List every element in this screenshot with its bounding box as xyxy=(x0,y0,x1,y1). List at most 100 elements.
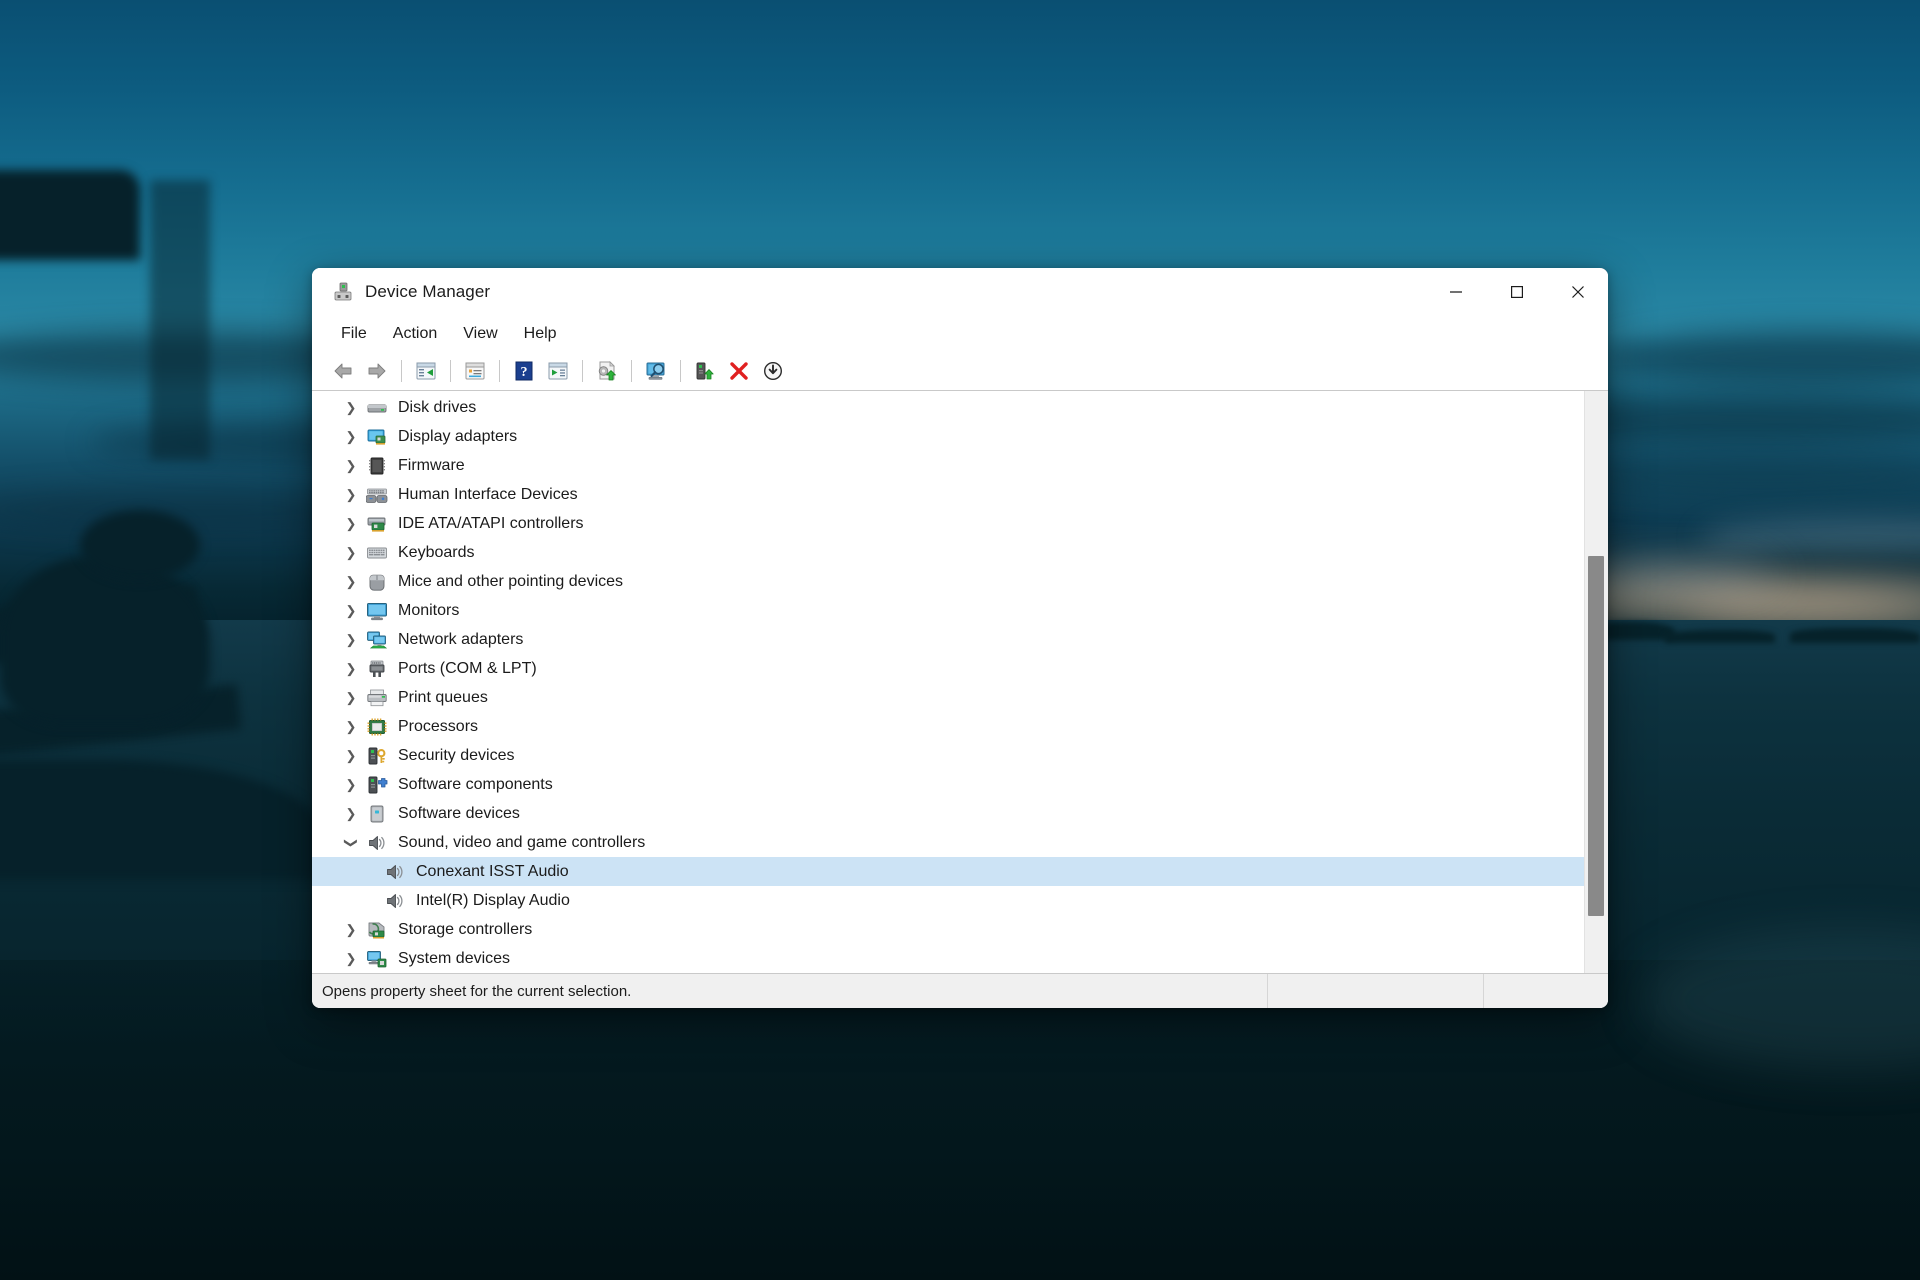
wallpaper-island xyxy=(1665,630,1775,643)
maximize-button[interactable] xyxy=(1486,268,1547,316)
tree-item-mice-and-other-pointing-devices[interactable]: ❯ Mice and other pointing devices xyxy=(312,567,1584,596)
tree-item-label: Storage controllers xyxy=(398,920,533,938)
chevron-right-icon[interactable]: ❯ xyxy=(340,777,362,793)
disk-drive-icon xyxy=(366,398,388,418)
wallpaper-island xyxy=(1790,628,1920,643)
tree-item-label: Ports (COM & LPT) xyxy=(398,659,537,677)
back-arrow-icon[interactable] xyxy=(326,356,360,386)
chevron-right-icon[interactable]: ❯ xyxy=(340,545,362,561)
network-adapter-icon xyxy=(366,630,388,650)
software-component-icon xyxy=(366,775,388,795)
tree-item-label: System devices xyxy=(398,949,511,967)
chevron-right-icon[interactable]: ❯ xyxy=(340,922,362,938)
disable-device-icon[interactable] xyxy=(756,356,790,386)
enable-device-icon[interactable] xyxy=(688,356,722,386)
properties-icon[interactable] xyxy=(458,356,492,386)
scrollbar-thumb[interactable] xyxy=(1588,556,1604,916)
chevron-right-icon[interactable]: ❯ xyxy=(340,719,362,735)
window-controls[interactable] xyxy=(1425,268,1608,316)
tree-item-display-adapters[interactable]: ❯ Display adapters xyxy=(312,422,1584,451)
tree-item-disk-drives[interactable]: ❯ Disk drives xyxy=(312,393,1584,422)
window-title: Device Manager xyxy=(365,282,491,301)
chevron-right-icon[interactable]: ❯ xyxy=(340,400,362,416)
ide-controller-icon xyxy=(366,514,388,534)
tree-item-intel-r-display-audio[interactable]: Intel(R) Display Audio xyxy=(312,886,1584,915)
tree-item-human-interface-devices[interactable]: ❯ Human Interface Devices xyxy=(312,480,1584,509)
security-device-icon xyxy=(366,746,388,766)
update-driver-icon[interactable] xyxy=(590,356,624,386)
status-panel-3 xyxy=(1484,974,1608,1008)
tree-item-label: Disk drives xyxy=(398,398,477,416)
chevron-right-icon[interactable]: ❯ xyxy=(340,429,362,445)
show-hide-console-tree-icon[interactable] xyxy=(409,356,443,386)
tree-item-label: Human Interface Devices xyxy=(398,485,578,503)
chevron-right-icon[interactable]: ❯ xyxy=(340,458,362,474)
tree-item-firmware[interactable]: ❯ Firmware xyxy=(312,451,1584,480)
tree-item-system-devices[interactable]: ❯ System devices xyxy=(312,944,1584,973)
port-icon xyxy=(366,659,388,679)
chevron-down-icon[interactable]: ❯ xyxy=(343,832,359,854)
tree-item-ide-ata-atapi-controllers[interactable]: ❯ IDE ATA/ATAPI controllers xyxy=(312,509,1584,538)
minimize-button[interactable] xyxy=(1425,268,1486,316)
uninstall-device-icon[interactable] xyxy=(722,356,756,386)
wallpaper-post xyxy=(150,180,210,460)
help-icon[interactable]: ? xyxy=(507,356,541,386)
menu-view[interactable]: View xyxy=(450,321,510,347)
tree-item-monitors[interactable]: ❯ Monitors xyxy=(312,596,1584,625)
chevron-right-icon[interactable]: ❯ xyxy=(340,748,362,764)
menu-bar[interactable]: File Action View Help xyxy=(312,316,1608,352)
chevron-right-icon[interactable]: ❯ xyxy=(340,632,362,648)
tree-item-label: Security devices xyxy=(398,746,515,764)
tree-item-keyboards[interactable]: ❯ Keyboards xyxy=(312,538,1584,567)
printer-icon xyxy=(366,688,388,708)
status-bar: Opens property sheet for the current sel… xyxy=(312,974,1608,1008)
toolbar-separator xyxy=(582,360,583,382)
software-device-icon xyxy=(366,804,388,824)
title-bar[interactable]: Device Manager xyxy=(312,268,1608,316)
tree-item-label: Network adapters xyxy=(398,630,524,648)
tree-vertical-scrollbar[interactable] xyxy=(1584,391,1608,973)
device-tree-pane[interactable]: ❯ Disk drives ❯ Display adapters ❯ Firmware ❯ H… xyxy=(312,391,1608,974)
chevron-right-icon[interactable]: ❯ xyxy=(340,951,362,967)
toolbar[interactable]: ? xyxy=(312,352,1608,391)
scan-hardware-changes-icon[interactable] xyxy=(639,356,673,386)
tree-item-security-devices[interactable]: ❯ Security devices xyxy=(312,741,1584,770)
svg-text:?: ? xyxy=(521,365,528,380)
tree-item-network-adapters[interactable]: ❯ Network adapters xyxy=(312,625,1584,654)
forward-arrow-icon[interactable] xyxy=(360,356,394,386)
wallpaper-cliff xyxy=(0,170,140,260)
close-button[interactable] xyxy=(1547,268,1608,316)
menu-action[interactable]: Action xyxy=(380,321,450,347)
mouse-icon xyxy=(366,572,388,592)
tree-item-label: Display adapters xyxy=(398,427,518,445)
chevron-right-icon[interactable]: ❯ xyxy=(340,806,362,822)
tree-item-label: Software devices xyxy=(398,804,520,822)
toolbar-separator xyxy=(499,360,500,382)
tree-item-ports-com-lpt[interactable]: ❯ Ports (COM & LPT) xyxy=(312,654,1584,683)
tree-item-conexant-isst-audio[interactable]: Conexant ISST Audio xyxy=(312,857,1584,886)
device-tree-list[interactable]: ❯ Disk drives ❯ Display adapters ❯ Firmware ❯ H… xyxy=(312,391,1584,973)
tree-item-print-queues[interactable]: ❯ Print queues xyxy=(312,683,1584,712)
device-manager-window[interactable]: Device Manager File Action View Help ? ❯… xyxy=(312,268,1608,1008)
tree-item-software-components[interactable]: ❯ Software components xyxy=(312,770,1584,799)
chevron-right-icon[interactable]: ❯ xyxy=(340,661,362,677)
chevron-right-icon[interactable]: ❯ xyxy=(340,487,362,503)
wallpaper-rock xyxy=(80,510,200,580)
tree-item-storage-controllers[interactable]: ❯ Storage controllers xyxy=(312,915,1584,944)
chevron-right-icon[interactable]: ❯ xyxy=(340,690,362,706)
chevron-right-icon[interactable]: ❯ xyxy=(340,603,362,619)
tree-item-label: Mice and other pointing devices xyxy=(398,572,624,590)
system-device-icon xyxy=(366,949,388,969)
run-icon[interactable] xyxy=(541,356,575,386)
menu-help[interactable]: Help xyxy=(511,321,570,347)
toolbar-separator xyxy=(680,360,681,382)
storage-controller-icon xyxy=(366,920,388,940)
tree-item-label: Intel(R) Display Audio xyxy=(416,891,570,909)
tree-item-software-devices[interactable]: ❯ Software devices xyxy=(312,799,1584,828)
chevron-right-icon[interactable]: ❯ xyxy=(340,516,362,532)
chevron-right-icon[interactable]: ❯ xyxy=(340,574,362,590)
tree-item-processors[interactable]: ❯ Processors xyxy=(312,712,1584,741)
tree-item-sound-video-and-game-controllers[interactable]: ❯ Sound, video and game controllers xyxy=(312,828,1584,857)
menu-file[interactable]: File xyxy=(328,321,380,347)
tree-item-label: Software components xyxy=(398,775,553,793)
